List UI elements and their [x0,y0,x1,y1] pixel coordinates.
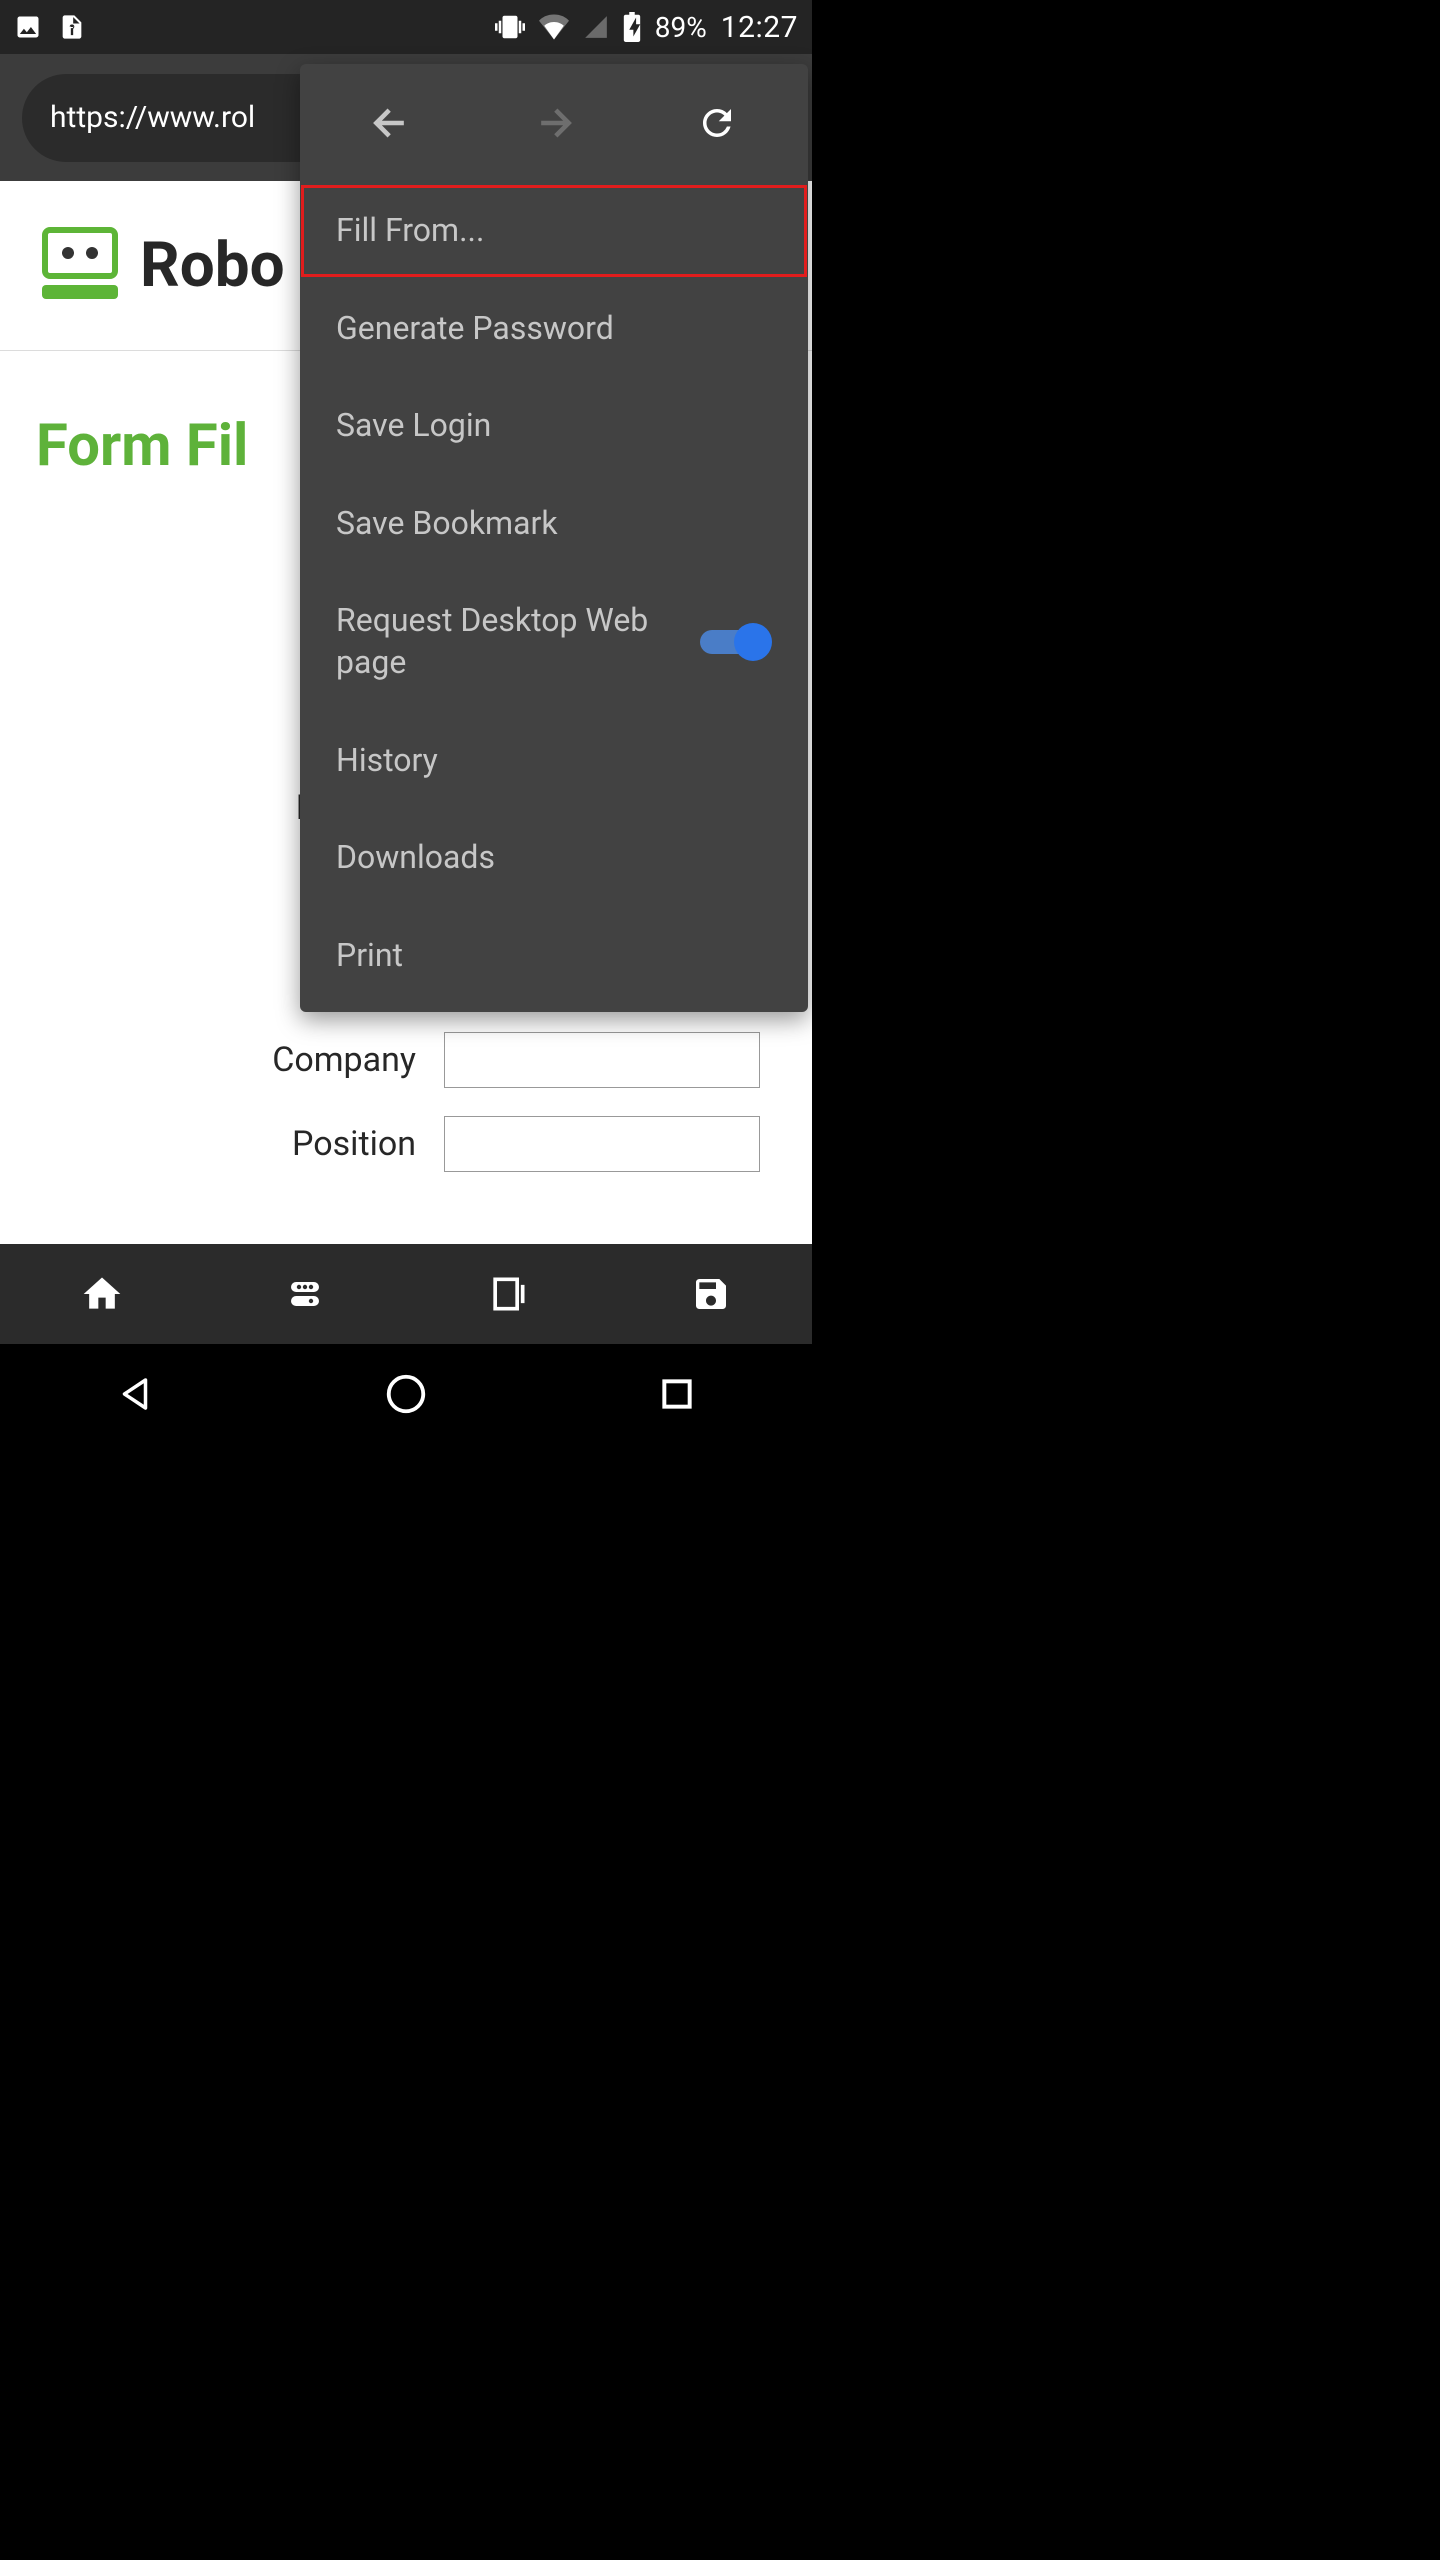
roboform-logo-icon [42,227,122,305]
status-left: ? [14,13,86,41]
cellular-icon [583,14,609,40]
app-save-button[interactable] [686,1269,736,1319]
menu-item-history[interactable]: History [300,712,808,810]
menu-item-print-label: Print [336,935,772,977]
menu-item-save-bookmark-label: Save Bookmark [336,503,772,545]
menu-item-fill-from[interactable]: Fill From... [298,182,810,280]
screen: ? 89% 12:27 https://www.rol [0,0,812,1444]
menu-nav-row [300,64,808,182]
nav-reload-button[interactable] [687,93,747,153]
android-status-bar: ? 89% 12:27 [0,0,812,54]
image-icon [14,13,42,41]
menu-item-fill-from-label: Fill From... [336,210,772,252]
android-home-button[interactable] [379,1367,433,1421]
menu-item-request-desktop[interactable]: Request Desktop Web page [300,572,808,711]
menu-item-downloads-label: Downloads [336,837,772,879]
menu-item-generate-password-label: Generate Password [336,308,772,350]
app-safes-button[interactable] [483,1269,533,1319]
app-bottom-bar [0,1244,812,1344]
status-right: 89% 12:27 [495,10,798,45]
app-home-button[interactable] [77,1269,127,1319]
menu-item-downloads[interactable]: Downloads [300,809,808,907]
status-time: 12:27 [721,10,798,45]
desktop-toggle[interactable] [700,622,772,662]
android-back-button[interactable] [108,1367,162,1421]
android-recents-button[interactable] [650,1367,704,1421]
menu-item-save-bookmark[interactable]: Save Bookmark [300,475,808,573]
document-unknown-icon: ? [58,13,86,41]
menu-item-print[interactable]: Print [300,907,808,1005]
app-menu-button[interactable] [280,1269,330,1319]
menu-item-save-login-label: Save Login [336,405,772,447]
wifi-icon [539,14,569,40]
battery-percentage: 89% [655,11,707,44]
label-position: Position [0,1124,444,1164]
menu-item-save-login[interactable]: Save Login [300,377,808,475]
label-company: Company [0,1040,444,1080]
input-position[interactable] [444,1116,760,1172]
vibrate-icon [495,12,525,42]
menu-item-request-desktop-label: Request Desktop Web page [336,600,700,683]
nav-back-button[interactable] [361,93,421,153]
android-nav-bar [0,1344,812,1444]
menu-item-history-label: History [336,740,772,782]
form-row-position: Position [0,1102,812,1186]
browser-menu-dropdown: Fill From... Generate Password Save Logi… [300,64,808,1012]
nav-forward-button[interactable] [524,93,584,153]
battery-charging-icon [623,12,641,42]
roboform-logo-text: Robo [140,229,285,302]
input-company[interactable] [444,1032,760,1088]
svg-text:?: ? [69,22,75,36]
form-row-company: Company [0,1018,812,1102]
menu-item-generate-password[interactable]: Generate Password [300,280,808,378]
